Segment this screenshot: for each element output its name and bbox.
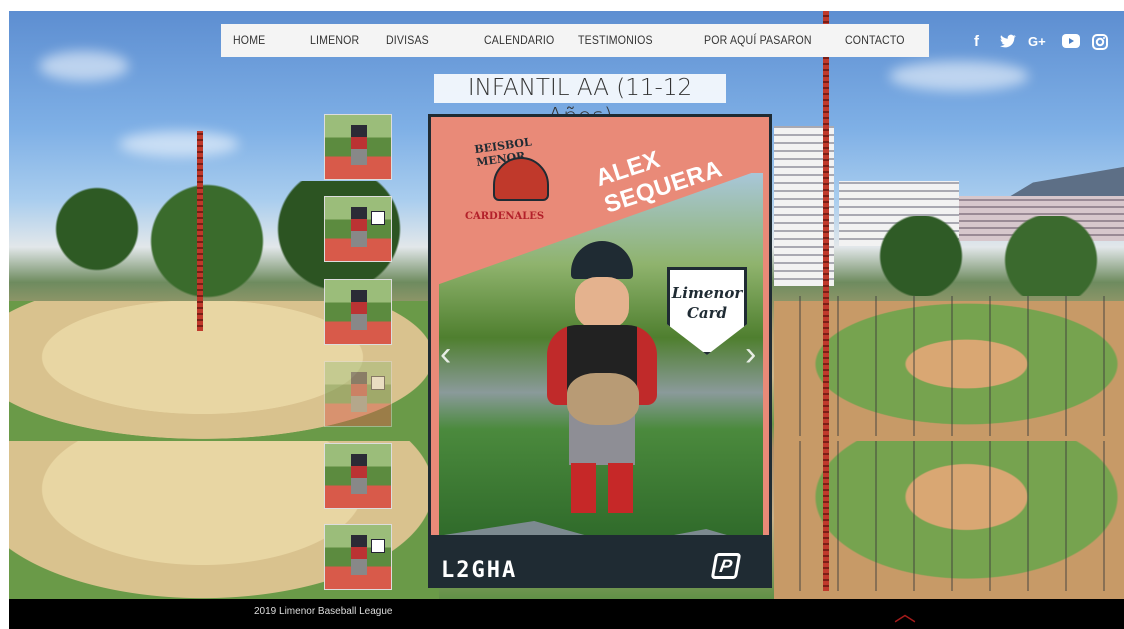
page-title: INFANTIL AA (11-12 Años) bbox=[434, 74, 726, 130]
gallery-thumbnail[interactable] bbox=[324, 524, 392, 590]
team-logo: BEISBOL MENOR CARDENALES bbox=[445, 127, 565, 227]
nav-item-limenor[interactable]: LIMENOR bbox=[310, 33, 359, 47]
prev-arrow-icon[interactable]: ‹ bbox=[440, 335, 451, 374]
gallery-thumbnail[interactable] bbox=[324, 361, 392, 427]
brand-logo-icon: P bbox=[710, 553, 742, 579]
helmet-icon bbox=[493, 157, 549, 201]
footer: 2019 Limenor Baseball League ︿ bbox=[9, 599, 1124, 629]
next-arrow-icon[interactable]: › bbox=[745, 335, 756, 374]
main-nav: HOME LIMENOR DIVISAS CALENDARIO TESTIMON… bbox=[221, 24, 929, 57]
instagram-icon[interactable] bbox=[1092, 34, 1108, 54]
card-code: L2GHA bbox=[441, 558, 518, 583]
google-plus-icon[interactable]: G+ bbox=[1028, 34, 1046, 50]
footer-copyright: 2019 Limenor Baseball League bbox=[254, 606, 393, 617]
back-to-top-icon[interactable]: ︿ bbox=[894, 603, 916, 625]
twitter-icon[interactable] bbox=[1000, 34, 1016, 52]
player-figure bbox=[537, 241, 667, 521]
nav-item-por-aqui-pasaron[interactable]: POR AQUÍ PASARON bbox=[704, 33, 812, 47]
facebook-icon[interactable]: f bbox=[974, 34, 979, 50]
nav-item-contacto[interactable]: CONTACTO bbox=[845, 33, 905, 47]
nav-item-calendario[interactable]: CALENDARIO bbox=[484, 33, 554, 47]
nav-item-divisas[interactable]: DIVISAS bbox=[386, 33, 429, 47]
gallery-thumbnail[interactable] bbox=[324, 443, 392, 509]
youtube-icon[interactable] bbox=[1062, 34, 1080, 52]
gallery-thumbnail[interactable] bbox=[324, 114, 392, 180]
player-card: BEISBOL MENOR CARDENALES ALEX SEQUERA Li… bbox=[428, 114, 772, 588]
nav-item-testimonios[interactable]: TESTIMONIOS bbox=[578, 33, 653, 47]
nav-item-home[interactable]: HOME bbox=[233, 33, 265, 47]
gallery-thumbnail[interactable] bbox=[324, 196, 392, 262]
gallery-thumbnail[interactable] bbox=[324, 279, 392, 345]
